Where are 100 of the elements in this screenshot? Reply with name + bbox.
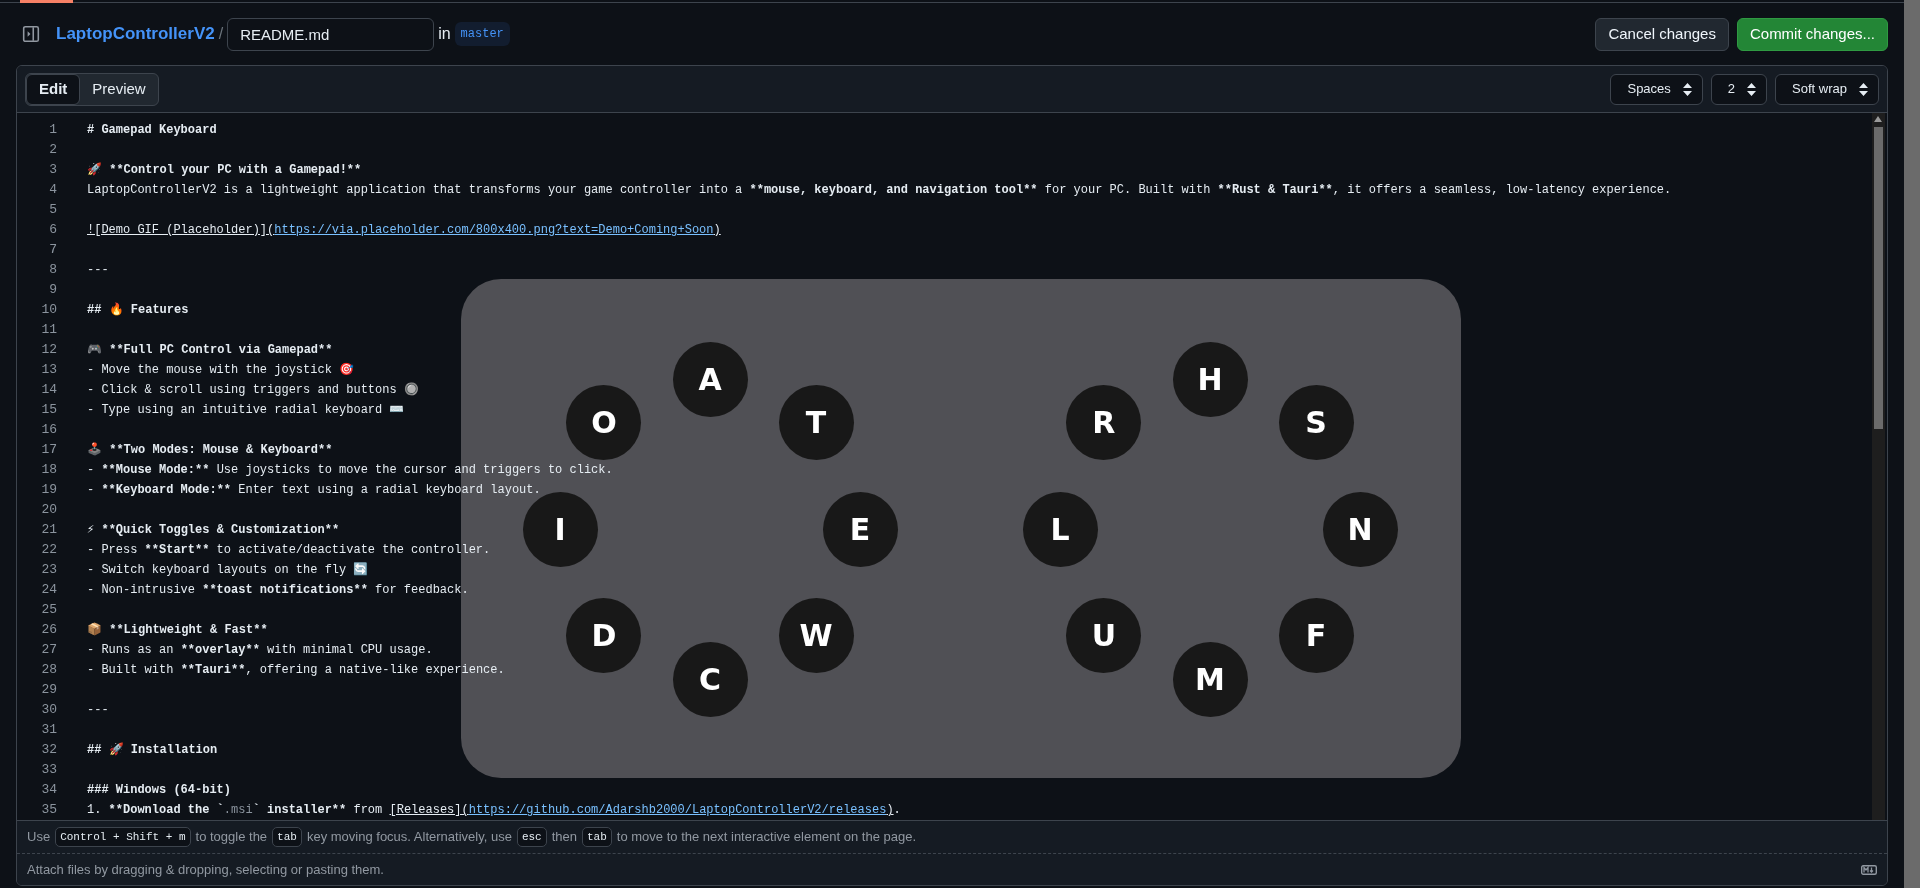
code-line: 🎮 **Full PC Control via Gamepad** xyxy=(87,342,333,359)
line-number: 3 xyxy=(48,161,57,179)
line-number: 18 xyxy=(40,461,57,479)
line-number: 2 xyxy=(48,141,57,159)
path-separator: / xyxy=(218,24,224,44)
keyboard-key: W xyxy=(778,597,854,673)
keyboard-key: N xyxy=(1322,491,1398,567)
keyboard-key: U xyxy=(1066,597,1142,673)
line-number: 6 xyxy=(48,221,57,239)
branch-name: master xyxy=(454,22,510,46)
code-line: 🚀 **Control your PC with a Gamepad!** xyxy=(87,161,362,179)
sort-arrows-icon xyxy=(1859,82,1868,96)
line-number: 1 xyxy=(48,121,57,139)
line-number: 24 xyxy=(40,581,57,599)
line-number: 25 xyxy=(40,601,57,619)
keyboard-key: M xyxy=(1172,641,1248,717)
line-number: 17 xyxy=(40,441,57,459)
line-number: 22 xyxy=(40,541,57,559)
line-number: 11 xyxy=(40,321,57,339)
keyboard-key: F xyxy=(1278,597,1354,673)
link[interactable]: https://github.com/Adarshb2000/LaptopControllerV2/releases xyxy=(468,803,887,817)
line-number: 32 xyxy=(40,741,57,759)
line-number: 15 xyxy=(40,401,57,419)
hint-text: to move to the next interactive element on the page. xyxy=(616,828,916,847)
line-number: 9 xyxy=(48,281,57,299)
sort-arrows-icon xyxy=(1682,82,1692,96)
line-number: 20 xyxy=(40,501,57,519)
keyboard-key: H xyxy=(1172,341,1248,417)
code-line: - Press **Start** to activate/deactivate the controller. xyxy=(87,542,491,559)
keyboard-key: R xyxy=(1066,385,1142,461)
keyboard-key: L xyxy=(1022,491,1098,567)
line-number: 19 xyxy=(40,481,57,499)
cancel-button[interactable]: Cancel changes xyxy=(1595,17,1729,51)
editor-tab[interactable]: Edit xyxy=(26,73,81,105)
code-line: - Move the mouse with the joystick 🎯 xyxy=(87,362,355,379)
keyboard-key: esc xyxy=(516,826,547,848)
line-number: 10 xyxy=(40,301,57,319)
keyboard-key: A xyxy=(672,341,748,417)
setting-select[interactable]: Soft wrap xyxy=(1775,73,1879,105)
line-number: 28 xyxy=(40,661,57,679)
keyboard-key: D xyxy=(566,597,642,673)
code-line: --- xyxy=(87,702,109,719)
line-number: 13 xyxy=(40,361,57,379)
keyboard-key: O xyxy=(566,385,642,461)
code-line: ## 🚀 Installation xyxy=(87,741,218,759)
sidebar-toggle-icon[interactable] xyxy=(22,25,40,43)
scrollbar[interactable] xyxy=(1872,113,1885,820)
line-number: 34 xyxy=(40,781,57,799)
code-line: 1. **Download the `.msi` installer** from [Releases](https://github.com/Adarshb2000/LaptopControllerV2/releases). xyxy=(87,802,901,819)
hint-text: Use xyxy=(27,828,51,847)
setting-select[interactable]: 2 xyxy=(1710,73,1768,105)
link[interactable]: https://via.placeholder.com/800x400.png?text=Demo+Coming+Soon xyxy=(274,223,714,237)
code-line: - Built with **Tauri**, offering a native-like experience. xyxy=(87,662,505,679)
commit-button[interactable]: Commit changes... xyxy=(1736,17,1888,51)
keyboard-key: E xyxy=(822,491,898,567)
setting-select[interactable]: Spaces xyxy=(1610,73,1703,105)
markdown-icon xyxy=(1861,864,1877,875)
line-number: 27 xyxy=(40,641,57,659)
line-number: 23 xyxy=(40,561,57,579)
code-line: - **Mouse Mode:** Use joysticks to move the cursor and triggers to click. xyxy=(87,462,613,479)
code-line: # Gamepad Keyboard xyxy=(87,122,217,139)
branch-label: in xyxy=(438,24,451,44)
line-number: 26 xyxy=(40,621,57,639)
code-line: ⚡ **Quick Toggles & Customization** xyxy=(87,522,340,539)
keyboard-key: Control + Shift + m xyxy=(55,826,191,848)
line-number: 14 xyxy=(40,381,57,399)
hint-text: to toggle the xyxy=(195,828,268,847)
code-line: --- xyxy=(87,262,109,279)
keyboard-key: T xyxy=(778,385,854,461)
code-line: 🕹 **Two Modes: Mouse & Keyboard** xyxy=(87,441,333,459)
code-line: ## 🔥 Features xyxy=(87,301,189,319)
filename-field[interactable]: README.md xyxy=(227,17,435,51)
code-line: - Runs as an **overlay** with minimal CPU usage. xyxy=(87,642,433,659)
attach-hint: Attach files by dragging & dropping, selecting or pasting them. xyxy=(27,860,384,879)
loading-bar xyxy=(20,0,73,3)
editor-tab[interactable]: Preview xyxy=(80,73,158,105)
line-number: 7 xyxy=(48,241,57,259)
line-number: 35 xyxy=(40,801,57,819)
repository-link[interactable]: LaptopControllerV2 xyxy=(56,21,215,47)
keyboard-key: S xyxy=(1278,385,1354,461)
hint-text: then xyxy=(551,828,577,847)
line-number: 30 xyxy=(40,701,57,719)
sort-arrows-icon xyxy=(1747,82,1757,96)
keyboard-key: C xyxy=(672,641,748,717)
line-number: 29 xyxy=(40,681,57,699)
code-line: - Type using an intuitive radial keyboard ⌨ xyxy=(87,402,405,419)
line-number: 4 xyxy=(48,181,57,199)
line-number: 16 xyxy=(40,421,57,439)
code-line: - Non-intrusive **toast notifications** for feedback. xyxy=(87,582,469,599)
line-number: 31 xyxy=(40,721,57,739)
code-line: ### Windows (64-bit) xyxy=(87,782,232,799)
line-number: 5 xyxy=(48,201,57,219)
code-line: - Switch keyboard layouts on the fly 🔄 xyxy=(87,561,369,579)
code-line: - Click & scroll using triggers and buttons 🔘 xyxy=(87,381,419,399)
code-line: 📦 **Lightweight & Fast** xyxy=(87,621,268,639)
code-line: LaptopControllerV2 is a lightweight application that transforms your game controller into a **mouse, keyboard, and navigation tool** for your PC. Built with **Rust & Tauri**, it offers a seamless, low-latency experience. xyxy=(87,182,1672,199)
keyboard-key: tab xyxy=(582,826,612,848)
line-number: 33 xyxy=(40,761,57,779)
code-line: ![Demo GIF (Placeholder)](https://via.placeholder.com/800x400.png?text=Demo+Coming+Soon) xyxy=(87,222,721,239)
scrollbar[interactable] xyxy=(1904,0,1920,888)
